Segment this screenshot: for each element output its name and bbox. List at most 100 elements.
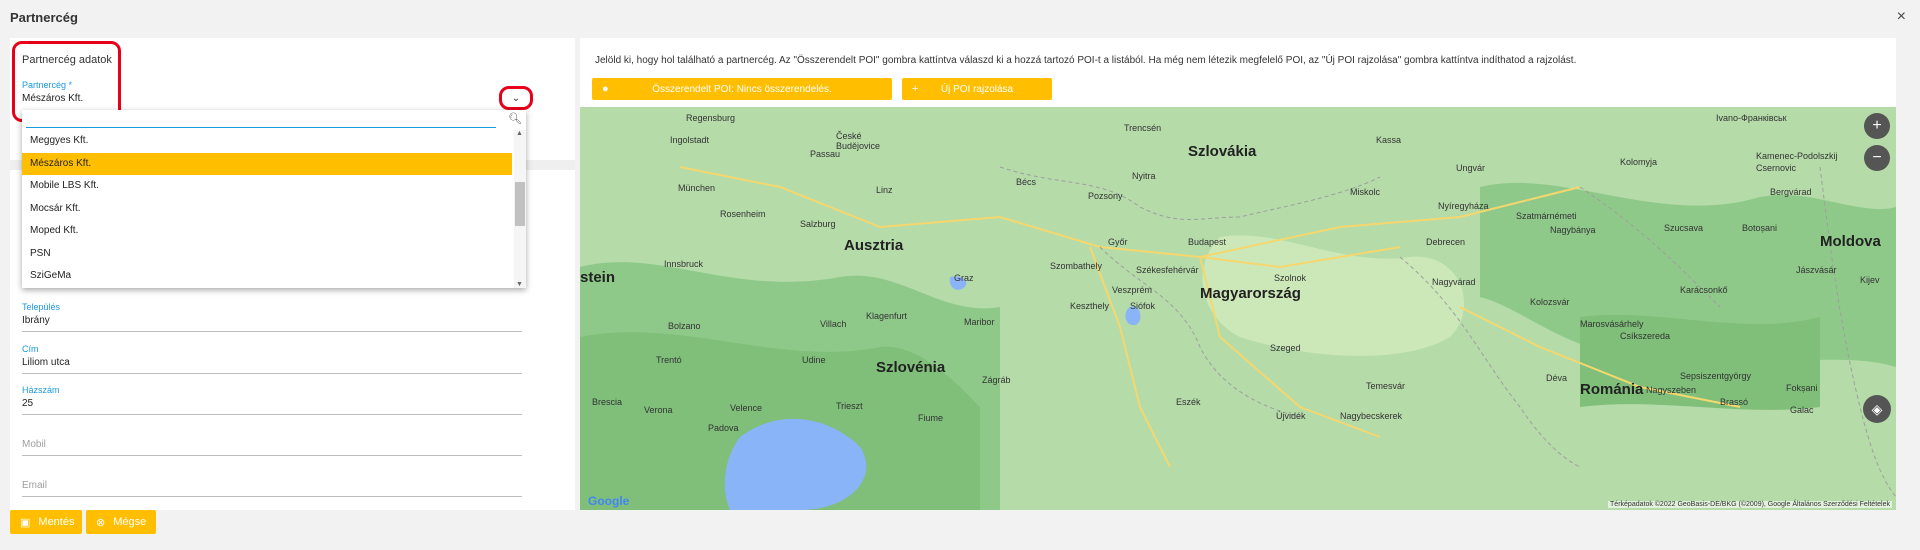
map-label-city: Szolnok (1274, 273, 1307, 283)
close-icon[interactable]: × (1897, 8, 1906, 26)
partner-select[interactable]: Partnercég * Mészáros Kft. (22, 80, 522, 104)
mobile-field[interactable]: Mobil (22, 436, 522, 456)
map-label-city: Déva (1546, 373, 1568, 383)
house-number-label: Házszám (22, 385, 60, 395)
info-text: Jelöld ki, hogy hol található a partnerc… (595, 55, 1577, 66)
map-label-city: Trentó (656, 355, 682, 365)
map-label-city: Kolozsvár (1530, 297, 1570, 307)
cancel-button[interactable]: ⊗ Mégse (86, 510, 156, 534)
dropdown-option[interactable]: Meggyes Kft. (22, 130, 512, 152)
layers-icon[interactable]: ◈ (1863, 395, 1891, 423)
cancel-icon: ⊗ (96, 516, 106, 529)
zoom-in-button[interactable]: + (1864, 113, 1890, 139)
map-label-city: Trencsén (1124, 123, 1162, 133)
map-label-city: Fiume (918, 413, 944, 423)
map-label-city: Keszthely (1070, 301, 1110, 311)
map-view[interactable]: Szlovákia Ausztria Magyarország Szlovéni… (580, 107, 1896, 510)
map-label-city: Székesfehérvár (1136, 265, 1199, 275)
dropdown-option[interactable]: Mészáros Kft. (22, 152, 512, 175)
map-label-city: Maribor (964, 317, 995, 327)
map-label-country: Szlovákia (1188, 143, 1257, 160)
address-label: Cím (22, 344, 39, 354)
map-label-country: stein (580, 269, 616, 286)
map-label-country: Ausztria (844, 237, 904, 254)
map-label-city: Pozsony (1088, 191, 1123, 201)
map-label-city: Bolzano (668, 321, 701, 331)
map-label-city: Veszprém (1112, 285, 1153, 295)
google-logo: Google (588, 494, 630, 508)
dropdown-option[interactable]: Moped Kft. (22, 220, 512, 242)
map-label-city: Csernovic (1756, 163, 1797, 173)
dropdown-option[interactable]: Mocsár Kft. (22, 198, 512, 220)
mobile-placeholder[interactable]: Mobil (22, 439, 522, 456)
scroll-up-icon[interactable]: ▲ (516, 130, 523, 137)
dropdown-option[interactable]: PSN (22, 243, 512, 265)
chevron-down-icon[interactable]: ⌄ (499, 86, 533, 110)
map-label-city: Ivano-Франківськ (1716, 113, 1787, 123)
assigned-poi-label: Összerendelt POI: Nincs összerendelés. (652, 83, 832, 95)
save-button[interactable]: ▣ Mentés (10, 510, 82, 534)
map-label-city: Klagenfurt (866, 311, 908, 321)
dropdown-option[interactable]: SziGeMa (22, 265, 512, 287)
map-label-city: Nagyszeben (1646, 385, 1697, 395)
map-label-city: Innsbruck (664, 259, 704, 269)
map-label-city: Nyitra (1132, 171, 1156, 181)
map-label-country: Szlovénia (876, 359, 946, 376)
map-label-city: Trieszt (836, 401, 863, 411)
new-poi-label: Új POI rajzolása (940, 83, 1014, 95)
new-poi-button[interactable]: + Új POI rajzolása (902, 78, 1052, 100)
house-number-field[interactable]: Házszám 25 (22, 385, 522, 415)
map-label-city: Regensburg (686, 113, 736, 123)
map-attribution[interactable]: Térképadatok ©2022 GeoBasis-DE/BKG (©200… (1608, 501, 1892, 508)
map-label-city: Jászvásár (1796, 265, 1837, 275)
partner-label: Partnercég * (22, 80, 73, 90)
map-label-city: Passau (810, 149, 841, 159)
map-label-city: Kolomyja (1620, 157, 1658, 167)
assigned-poi-button[interactable]: ● Összerendelt POI: Nincs összerendelés. (592, 78, 892, 100)
map-label-city: München (678, 183, 716, 193)
map-label-city: Marosvásárhely (1580, 319, 1644, 329)
address-value[interactable]: Liliom utca (22, 357, 522, 374)
map-label-city: Szatmárnémeti (1516, 211, 1577, 221)
map-label-city: Rosenheim (720, 209, 766, 219)
map-label-city: Miskolc (1350, 187, 1381, 197)
partner-value: Mészáros Kft. (22, 93, 84, 104)
map-label-city: Eszék (1176, 397, 1201, 407)
save-icon: ▣ (20, 516, 31, 529)
dialog-title: Partnercég (10, 10, 78, 25)
map-label-country: Románia (1580, 381, 1644, 398)
scroll-down-icon[interactable]: ▼ (516, 281, 523, 288)
map-label-country: Moldova (1820, 233, 1881, 250)
partner-form-card: Partnercég adatok Partnercég * Mészáros … (10, 38, 575, 510)
map-label-city: Szombathely (1050, 261, 1103, 271)
map-card: Jelöld ki, hogy hol található a partnerc… (580, 38, 1896, 510)
map-label-city: Ungvár (1456, 163, 1486, 173)
city-field[interactable]: Település Ibrány (22, 302, 522, 332)
city-value[interactable]: Ibrány (22, 315, 522, 332)
email-field[interactable]: Email (22, 477, 522, 497)
dropdown-option[interactable]: Mobile LBS Kft. (22, 175, 512, 197)
map-label-city: Padova (708, 423, 739, 433)
map-label-city: Temesvár (1366, 381, 1406, 391)
map-label-city: Szucsava (1664, 223, 1704, 233)
zoom-out-button[interactable]: − (1864, 145, 1890, 171)
map-label-country: Magyarország (1200, 285, 1301, 302)
partner-dropdown-list[interactable]: 🔍︎ Meggyes Kft. Mészáros Kft. Mobile LBS K… (22, 110, 526, 288)
map-label-city: Galac (1790, 405, 1814, 415)
house-number-value[interactable]: 25 (22, 398, 522, 415)
dropdown-search-input[interactable] (26, 112, 496, 128)
map-label-city: Budapest (1188, 237, 1227, 247)
address-field[interactable]: Cím Liliom utca (22, 344, 522, 374)
map-label-city: Nagybecskerek (1340, 411, 1403, 421)
map-label-city: Brassó (1720, 397, 1749, 407)
dropdown-scrollbar[interactable]: ▲ ▼ (514, 130, 526, 288)
map-label-city: Szeged (1270, 343, 1301, 353)
map-label-city: Sepsiszentgyörgy (1680, 371, 1752, 381)
map-label-city: Zágráb (982, 375, 1011, 385)
cancel-label: Mégse (113, 516, 147, 528)
email-placeholder[interactable]: Email (22, 480, 522, 497)
plus-icon: + (912, 83, 919, 95)
scrollbar-thumb[interactable] (515, 182, 525, 226)
map-label-city: Nyíregyháza (1438, 201, 1489, 211)
search-icon[interactable]: 🔍︎ (508, 112, 522, 125)
